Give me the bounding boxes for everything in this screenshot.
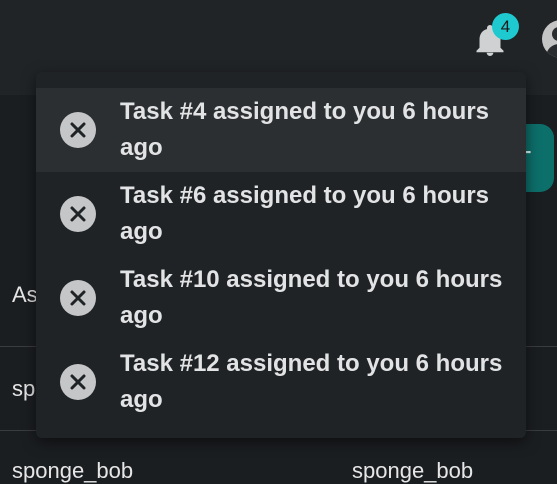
close-icon bbox=[70, 122, 86, 138]
dismiss-button[interactable] bbox=[60, 364, 96, 400]
notification-text: Task #4 assigned to you 6 hours ago bbox=[120, 98, 489, 161]
close-icon bbox=[70, 206, 86, 222]
dismiss-button[interactable] bbox=[60, 112, 96, 148]
table-cell: sponge_bob bbox=[12, 458, 134, 483]
close-icon bbox=[70, 374, 86, 390]
column-header: As bbox=[12, 282, 38, 307]
notification-text: Task #12 assigned to you 6 hours ago bbox=[120, 350, 503, 413]
notification-item[interactable]: Task #4 assigned to you 6 hours ago bbox=[36, 88, 526, 172]
user-avatar-icon[interactable] bbox=[542, 20, 557, 58]
close-icon bbox=[70, 290, 86, 306]
table-cell: sponge_bob bbox=[352, 458, 474, 483]
notification-item[interactable]: Task #12 assigned to you 6 hours ago bbox=[36, 340, 526, 424]
dismiss-button[interactable] bbox=[60, 196, 96, 232]
notification-item[interactable]: Task #10 assigned to you 6 hours ago bbox=[36, 256, 526, 340]
table-cell: sp bbox=[12, 376, 36, 401]
notifications-dropdown: Task #4 assigned to you 6 hours ago Task… bbox=[36, 72, 526, 438]
notifications-button[interactable]: 4 bbox=[470, 13, 519, 62]
notification-count-badge: 4 bbox=[492, 13, 519, 40]
notification-text: Task #6 assigned to you 6 hours ago bbox=[120, 182, 489, 245]
notification-text: Task #10 assigned to you 6 hours ago bbox=[120, 266, 503, 329]
notification-item[interactable]: Task #6 assigned to you 6 hours ago bbox=[36, 172, 526, 256]
dismiss-button[interactable] bbox=[60, 280, 96, 316]
